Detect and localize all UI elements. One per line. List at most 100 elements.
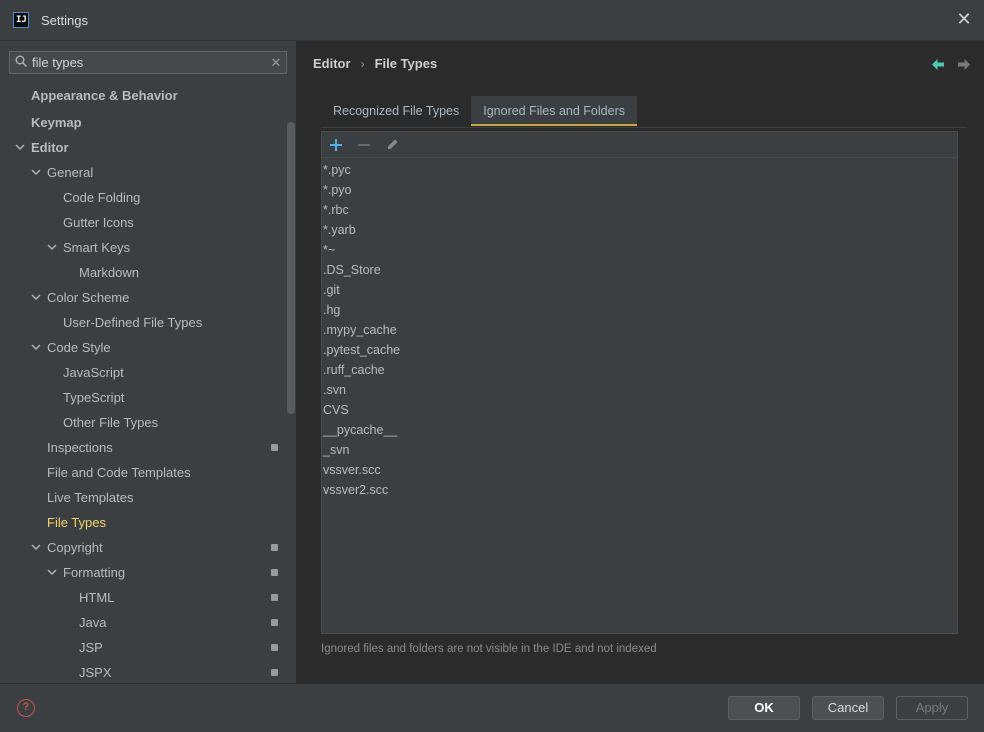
file-types-tabs: Recognized File Types Ignored Files and … (321, 96, 967, 128)
project-level-badge-icon (271, 669, 278, 676)
clear-search-icon[interactable]: ✕ (266, 55, 286, 71)
list-item[interactable]: *.yarb (322, 220, 957, 240)
chevron-down-icon[interactable] (31, 342, 41, 352)
breadcrumb: Editor › File Types (313, 56, 437, 71)
tree-item[interactable]: Gutter Icons (63, 210, 134, 235)
tree-item[interactable]: JSP (79, 635, 103, 660)
tree-item[interactable]: Code Folding (63, 185, 140, 210)
chevron-down-icon[interactable] (15, 142, 25, 152)
list-item[interactable]: *~ (322, 240, 957, 260)
back-arrow-icon[interactable] (932, 58, 945, 72)
breadcrumb-parent[interactable]: Editor (313, 56, 351, 71)
tree-item-label: Other File Types (63, 415, 159, 430)
tab-ignored-files-and-folders[interactable]: Ignored Files and Folders (471, 96, 637, 126)
tree-item[interactable]: Appearance & Behavior (31, 83, 178, 108)
tree-item-label: Inspections (47, 440, 113, 455)
chevron-down-icon[interactable] (47, 242, 57, 252)
tree-item[interactable]: Editor (15, 135, 69, 160)
list-item[interactable]: *.pyc (322, 160, 957, 180)
tree-item-label: Gutter Icons (63, 215, 134, 230)
tree-item-label: HTML (79, 590, 115, 605)
navigation-arrows (932, 58, 970, 72)
list-item[interactable]: *.pyo (322, 180, 957, 200)
project-level-badge-icon (271, 569, 278, 576)
chevron-down-icon[interactable] (31, 292, 41, 302)
list-item[interactable]: .DS_Store (322, 260, 957, 280)
tree-item[interactable]: Inspections (47, 435, 113, 460)
list-item[interactable]: vssver.scc (322, 460, 957, 480)
tree-item-label: Java (79, 615, 107, 630)
forward-arrow-icon[interactable] (957, 58, 970, 72)
tree-item[interactable]: Markdown (79, 260, 139, 285)
project-level-badge-icon (271, 544, 278, 551)
ignored-patterns-list: *.pyc *.pyo *.rbc *.yarb *~ .DS_Store .git .hg.… (322, 158, 957, 500)
settings-content: Editor › File Types Recognized File Type… (297, 41, 984, 683)
tree-item-label: General (47, 165, 94, 180)
list-item[interactable]: vssver2.scc (322, 480, 957, 500)
project-level-badge-icon (271, 644, 278, 651)
tree-item[interactable]: Other File Types (63, 410, 158, 435)
list-item[interactable]: .ruff_cache (322, 360, 957, 380)
tree-item-label: Live Templates (47, 490, 134, 505)
tree-item[interactable]: TypeScript (63, 385, 124, 410)
search-input[interactable] (32, 55, 266, 70)
ignored-patterns-panel: *.pyc *.pyo *.rbc *.yarb *~ .DS_Store .git .hg.… (321, 131, 958, 634)
chevron-down-icon[interactable] (31, 542, 41, 552)
list-toolbar (322, 132, 957, 158)
list-item[interactable]: CVS (322, 400, 957, 420)
tree-item[interactable]: JSPX (79, 660, 112, 683)
list-item[interactable]: .pytest_cache (322, 340, 957, 360)
settings-sidebar: ✕ Appearance & Behavior Keymap Editor Gener… (0, 41, 297, 683)
apply-button[interactable]: Apply (896, 696, 968, 720)
settings-tree: Appearance & Behavior Keymap Editor General… (0, 83, 286, 683)
tree-item[interactable]: File Types (47, 510, 106, 535)
list-item[interactable]: .git (322, 280, 957, 300)
project-level-badge-icon (271, 444, 278, 451)
tree-item[interactable]: Smart Keys (47, 235, 131, 260)
close-icon[interactable]: ✕ (955, 10, 973, 28)
title-bar: IJ Settings ✕ (0, 0, 984, 41)
tree-item[interactable]: Live Templates (47, 485, 133, 510)
tree-item[interactable]: Code Style (31, 335, 111, 360)
list-item[interactable]: _svn (322, 440, 957, 460)
chevron-down-icon[interactable] (31, 167, 41, 177)
list-item[interactable]: .svn (322, 380, 957, 400)
cancel-button[interactable]: Cancel (812, 696, 884, 720)
tree-item[interactable]: Formatting (47, 560, 126, 585)
window-title: Settings (41, 12, 88, 28)
list-item[interactable]: .mypy_cache (322, 320, 957, 340)
tree-item[interactable]: General (31, 160, 94, 185)
tree-item-label: Editor (31, 140, 69, 155)
breadcrumb-separator: › (360, 56, 365, 71)
list-item[interactable]: .hg (322, 300, 957, 320)
tree-item[interactable]: Color Scheme (31, 285, 129, 310)
tree-item[interactable]: JavaScript (63, 360, 124, 385)
tree-item[interactable]: Java (79, 610, 106, 635)
list-item[interactable]: *.rbc (322, 200, 957, 220)
add-icon[interactable] (328, 137, 344, 153)
list-item[interactable]: __pycache__ (322, 420, 957, 440)
edit-icon[interactable] (384, 137, 400, 153)
tree-item[interactable]: Copyright (31, 535, 103, 560)
tree-item[interactable]: Keymap (31, 110, 82, 135)
chevron-down-icon[interactable] (47, 567, 57, 577)
app-logo-icon: IJ (13, 12, 29, 28)
sidebar-scrollbar[interactable] (287, 122, 295, 414)
tree-item[interactable]: File and Code Templates (47, 460, 191, 485)
settings-search-field[interactable]: ✕ (9, 51, 287, 74)
remove-icon[interactable] (356, 137, 372, 153)
tree-item[interactable]: HTML (79, 585, 114, 610)
ok-button[interactable]: OK (728, 696, 800, 720)
tree-item-label: Smart Keys (63, 240, 131, 255)
breadcrumb-current: File Types (374, 56, 438, 71)
tree-item-label: Code Folding (63, 190, 141, 205)
help-icon[interactable]: ? (17, 699, 35, 717)
tree-item-label: Appearance & Behavior (31, 88, 178, 103)
tree-item-label: Copyright (47, 540, 103, 555)
tab-recognized-file-types[interactable]: Recognized File Types (321, 96, 471, 126)
tree-item-label: Code Style (47, 340, 111, 355)
project-level-badge-icon (271, 619, 278, 626)
tree-item[interactable]: User-Defined File Types (63, 310, 202, 335)
ignored-hint-text: Ignored files and folders are not visibl… (321, 643, 657, 655)
tree-item-label: Formatting (63, 565, 126, 580)
